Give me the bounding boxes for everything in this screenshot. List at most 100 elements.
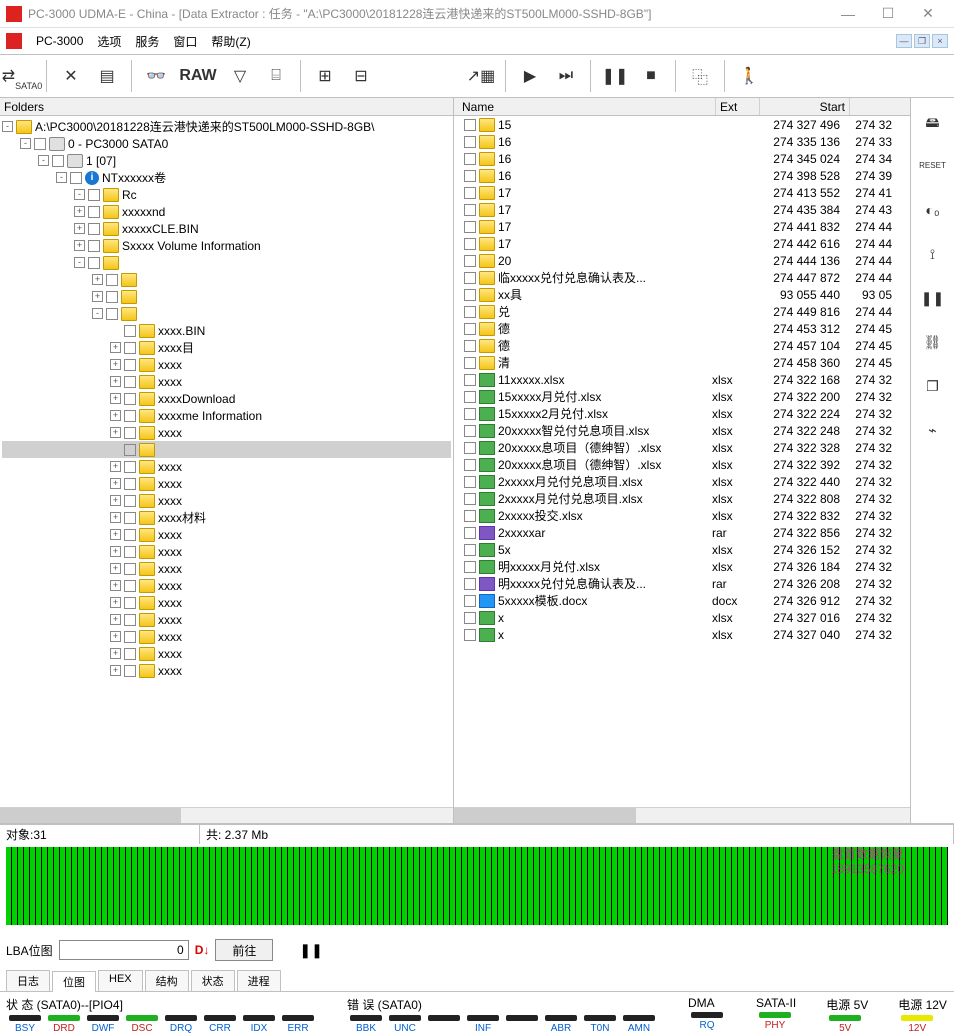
file-row[interactable]: 2xxxxx月兑付兑息项目.xlsxxlsx274 322 808274 32: [454, 490, 910, 507]
expand-icon[interactable]: +: [110, 512, 121, 523]
tree-row[interactable]: +xxxx: [2, 458, 451, 475]
left-hscrollbar[interactable]: [0, 807, 453, 823]
col-start[interactable]: Start: [760, 98, 850, 115]
skip-button[interactable]: ⏭: [550, 60, 582, 92]
expand-icon[interactable]: +: [74, 223, 85, 234]
expand-icon[interactable]: -: [2, 121, 13, 132]
checkbox[interactable]: [124, 614, 136, 626]
filter-button[interactable]: ▽: [224, 60, 256, 92]
lba-input[interactable]: [59, 940, 189, 960]
checkbox[interactable]: [464, 476, 476, 488]
checkbox[interactable]: [464, 510, 476, 522]
report-button[interactable]: ▤: [91, 60, 123, 92]
exit-button[interactable]: 🚶: [733, 60, 765, 92]
checkbox[interactable]: [52, 155, 64, 167]
expand-icon[interactable]: -: [20, 138, 31, 149]
tree-row[interactable]: +xxxx: [2, 526, 451, 543]
tree-row[interactable]: +xxxx: [2, 594, 451, 611]
file-row[interactable]: 20xxxxx息项目（德绅智）.xlsxxlsx274 322 392274 3…: [454, 456, 910, 473]
search-button[interactable]: 👓: [140, 60, 172, 92]
wave-icon[interactable]: ⌁: [919, 416, 947, 444]
checkbox[interactable]: [464, 595, 476, 607]
tab-位图[interactable]: 位图: [52, 971, 96, 992]
expand-icon[interactable]: +: [110, 665, 121, 676]
file-list[interactable]: 15274 327 496274 3216274 335 136274 3316…: [454, 116, 910, 807]
mdi-minimize-button[interactable]: —: [896, 34, 912, 48]
tree-row[interactable]: +xxxxme Information: [2, 407, 451, 424]
checkbox[interactable]: [70, 172, 82, 184]
expand-icon[interactable]: +: [74, 206, 85, 217]
tree-row[interactable]: +xxxxDownload: [2, 390, 451, 407]
checkbox[interactable]: [464, 391, 476, 403]
checkbox[interactable]: [88, 189, 100, 201]
file-row[interactable]: 17274 435 384274 43: [454, 201, 910, 218]
right-hscrollbar[interactable]: [454, 807, 910, 823]
file-row[interactable]: 5xxxxx模板.docxdocx274 326 912274 32: [454, 592, 910, 609]
menu-help[interactable]: 帮助(Z): [211, 33, 250, 50]
tree-row[interactable]: +xxxx材料: [2, 509, 451, 526]
tree-row[interactable]: +xxxx: [2, 662, 451, 679]
file-row[interactable]: 清274 458 360274 45: [454, 354, 910, 371]
stop-button[interactable]: ■: [635, 60, 667, 92]
checkbox[interactable]: [464, 629, 476, 641]
menu-services[interactable]: 服务: [135, 33, 159, 50]
expand-icon[interactable]: +: [92, 291, 103, 302]
mdi-restore-button[interactable]: ❐: [914, 34, 930, 48]
checkbox[interactable]: [106, 308, 118, 320]
tree-row[interactable]: +xxxx: [2, 475, 451, 492]
checkbox[interactable]: [464, 442, 476, 454]
tree-row[interactable]: +Sxxxx Volume Information: [2, 237, 451, 254]
drive-icon[interactable]: 🖴: [919, 108, 947, 136]
file-row[interactable]: 15xxxxx月兑付.xlsxxlsx274 322 200274 32: [454, 388, 910, 405]
expand-icon[interactable]: +: [110, 546, 121, 557]
tree-row[interactable]: [2, 441, 451, 458]
expand-icon[interactable]: +: [74, 240, 85, 251]
tree-row[interactable]: -Rc: [2, 186, 451, 203]
checkbox[interactable]: [124, 665, 136, 677]
expand-icon[interactable]: +: [110, 563, 121, 574]
checkbox[interactable]: [124, 546, 136, 558]
export-button[interactable]: ↗▦: [465, 60, 497, 92]
checkbox[interactable]: [88, 223, 100, 235]
expand-icon[interactable]: -: [38, 155, 49, 166]
tree-row[interactable]: -0 - PC3000 SATA0: [2, 135, 451, 152]
tree-collapse-button[interactable]: ⊟: [345, 60, 377, 92]
layers-icon[interactable]: ❐: [919, 372, 947, 400]
tree-row[interactable]: +xxxx: [2, 424, 451, 441]
expand-icon[interactable]: +: [110, 478, 121, 489]
checkbox[interactable]: [124, 461, 136, 473]
checkbox[interactable]: [464, 425, 476, 437]
tree-row[interactable]: +xxxx: [2, 628, 451, 645]
checkbox[interactable]: [464, 544, 476, 556]
tree-row[interactable]: -: [2, 305, 451, 322]
tree-row[interactable]: -A:\PC3000\20181228连云港快递来的ST500LM000-SSH…: [2, 118, 451, 135]
checkbox[interactable]: [124, 359, 136, 371]
checkbox[interactable]: [464, 136, 476, 148]
checkbox[interactable]: [124, 342, 136, 354]
expand-icon[interactable]: +: [110, 359, 121, 370]
checkbox[interactable]: [124, 444, 136, 456]
tree-row[interactable]: +xxxx: [2, 611, 451, 628]
checkbox[interactable]: [124, 495, 136, 507]
menu-options[interactable]: 选项: [97, 33, 121, 50]
file-row[interactable]: 17274 441 832274 44: [454, 218, 910, 235]
checkbox[interactable]: [464, 612, 476, 624]
checkbox[interactable]: [124, 325, 136, 337]
sata-connector-button[interactable]: ⇄SATA0: [6, 60, 38, 92]
expand-icon[interactable]: +: [110, 614, 121, 625]
adjust-icon[interactable]: ⟟: [919, 240, 947, 268]
file-row[interactable]: 明xxxxx月兑付.xlsxxlsx274 326 184274 32: [454, 558, 910, 575]
tree-row[interactable]: +xxxx: [2, 543, 451, 560]
tree-row[interactable]: -1 [07]: [2, 152, 451, 169]
tree-row[interactable]: +xxxx: [2, 645, 451, 662]
checkbox[interactable]: [124, 529, 136, 541]
checkbox[interactable]: [106, 274, 118, 286]
file-row[interactable]: 2xxxxxarrar274 322 856274 32: [454, 524, 910, 541]
tab-结构[interactable]: 结构: [145, 970, 189, 991]
expand-icon[interactable]: +: [110, 495, 121, 506]
tree-row[interactable]: +: [2, 271, 451, 288]
expand-icon[interactable]: +: [110, 648, 121, 659]
pause-button[interactable]: ❚❚: [599, 60, 631, 92]
lba-marker-icon[interactable]: D↓: [195, 943, 210, 957]
expand-icon[interactable]: -: [56, 172, 67, 183]
